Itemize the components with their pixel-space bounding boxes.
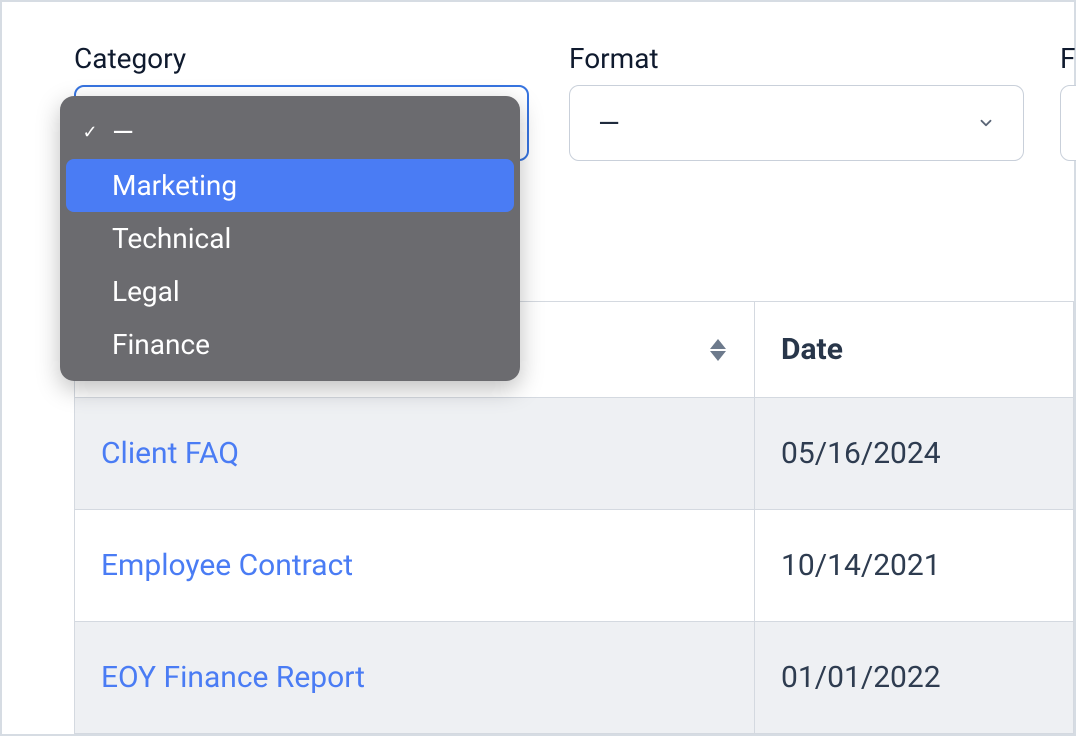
- dropdown-item-marketing[interactable]: Marketing: [66, 159, 514, 212]
- format-select[interactable]: —: [569, 85, 1024, 161]
- third-filter-label-partial: F: [1060, 42, 1075, 75]
- sort-down-icon: [710, 351, 726, 361]
- table-row: Employee Contract 10/14/2021: [75, 510, 1074, 622]
- dropdown-item-legal[interactable]: Legal: [66, 265, 514, 318]
- dropdown-item-label: Marketing: [112, 169, 237, 202]
- dropdown-item-technical[interactable]: Technical: [66, 212, 514, 265]
- filter-group-format: Format —: [569, 42, 1024, 161]
- dropdown-item-label: Finance: [112, 328, 210, 361]
- sort-icon[interactable]: [710, 339, 726, 361]
- document-name-link[interactable]: EOY Finance Report: [75, 622, 755, 734]
- document-name-link[interactable]: Client FAQ: [75, 398, 755, 510]
- category-label: Category: [74, 42, 529, 75]
- sort-up-icon: [710, 339, 726, 349]
- check-icon: ✓: [80, 122, 100, 143]
- chevron-down-icon: [977, 114, 995, 132]
- dropdown-item-label: Legal: [112, 275, 180, 308]
- document-date: 01/01/2022: [755, 622, 1074, 734]
- column-header-date[interactable]: Date: [755, 302, 1074, 398]
- table-row: Client FAQ 05/16/2024: [75, 398, 1074, 510]
- document-date: 05/16/2024: [755, 398, 1074, 510]
- dropdown-item-label: Technical: [112, 222, 231, 255]
- category-dropdown: ✓ — Marketing Technical Legal Finance: [60, 96, 520, 381]
- dropdown-item-empty[interactable]: ✓ —: [66, 106, 514, 159]
- format-selected-value: —: [598, 107, 620, 140]
- dropdown-item-label: —: [112, 116, 134, 149]
- document-date: 10/14/2021: [755, 510, 1074, 622]
- table-row: EOY Finance Report 01/01/2022: [75, 622, 1074, 734]
- document-name-link[interactable]: Employee Contract: [75, 510, 755, 622]
- third-select-partial[interactable]: [1060, 85, 1076, 161]
- column-header-date-label: Date: [781, 332, 843, 367]
- format-label: Format: [569, 42, 1024, 75]
- dropdown-item-finance[interactable]: Finance: [66, 318, 514, 371]
